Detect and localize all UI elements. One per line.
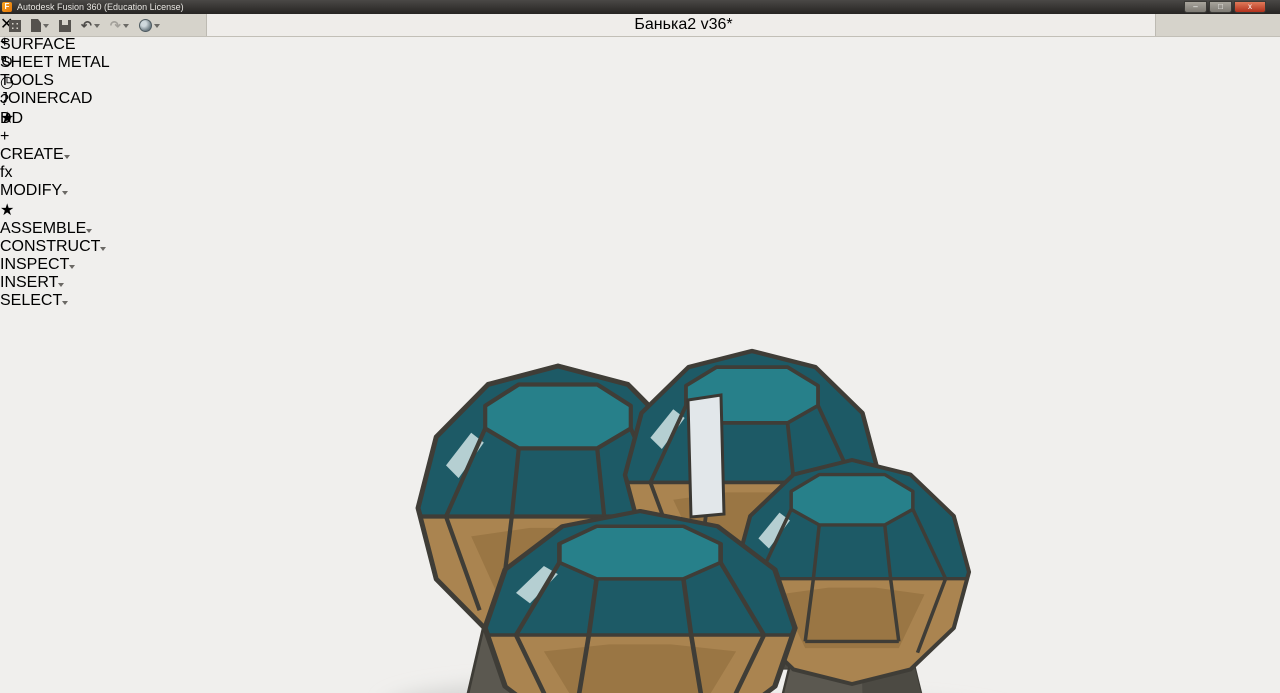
door-panel[interactable] bbox=[686, 393, 726, 519]
title-bar: F Autodesk Fusion 360 (Education License… bbox=[0, 0, 1280, 14]
ribbon-group-select: SELECT bbox=[0, 292, 1280, 310]
group-label-text: SELECT bbox=[0, 292, 63, 309]
document-tab[interactable]: Банька2 v36* bbox=[206, 14, 1156, 36]
chevron-down-icon bbox=[58, 283, 65, 287]
undo-button[interactable]: ↶ bbox=[78, 17, 103, 35]
group-label-text: CREATE bbox=[0, 146, 64, 163]
group-label-text: ASSEMBLE bbox=[0, 220, 87, 237]
chevron-down-icon bbox=[86, 229, 93, 233]
minimize-button[interactable]: – bbox=[1184, 1, 1207, 13]
document-tab-label: Банька2 v36* bbox=[634, 16, 733, 33]
save-icon bbox=[59, 19, 71, 32]
avatar[interactable]: DD bbox=[0, 110, 1280, 128]
ribbon-group-label[interactable]: ASSEMBLE bbox=[0, 220, 1280, 238]
fusion-logo-icon: F bbox=[2, 2, 12, 12]
ribbon-group-construct: CONSTRUCT bbox=[0, 238, 1280, 256]
app-grid-icon bbox=[9, 19, 21, 32]
web-icon bbox=[138, 19, 152, 32]
ribbon-group-assemble: ★ ASSEMBLE bbox=[0, 200, 1280, 238]
chevron-down-icon bbox=[69, 265, 76, 269]
redo-icon: ↷ bbox=[109, 18, 121, 33]
ribbon-group-modify: fx MODIFY bbox=[0, 164, 1280, 200]
star-icon: ★ bbox=[0, 202, 15, 219]
ribbon-group-label[interactable]: MODIFY bbox=[0, 182, 1280, 200]
help-icon[interactable]: ? bbox=[0, 92, 1280, 110]
file-icon bbox=[31, 19, 41, 32]
tab-strip: ↶ ↷ Банька2 v36* ✕ + ↻ ◷ ? DD bbox=[0, 14, 1280, 127]
window-title: Autodesk Fusion 360 (Education License) bbox=[17, 2, 184, 12]
ribbon-groups: ★ + CREATE fx MODIFY ★ ASSEMBLE CONSTRUCT INSPEC… bbox=[0, 108, 1280, 310]
ribbon-group-label[interactable]: SELECT bbox=[0, 292, 1280, 310]
ribbon-group-label[interactable]: INSERT bbox=[0, 274, 1280, 292]
chevron-down-icon bbox=[63, 155, 70, 159]
new-component-button[interactable]: ★ bbox=[0, 200, 1280, 220]
ribbon-group-label[interactable]: CREATE bbox=[0, 146, 1280, 164]
group-label-text: CONSTRUCT bbox=[0, 238, 101, 255]
model-viewport[interactable] bbox=[0, 310, 1280, 693]
ribbon-group-label[interactable]: INSPECT bbox=[0, 256, 1280, 274]
file-button[interactable] bbox=[28, 17, 52, 35]
chevron-down-icon bbox=[93, 23, 100, 28]
restore-button[interactable]: □ bbox=[1209, 1, 1232, 13]
group-label-text: MODIFY bbox=[0, 182, 63, 199]
chevron-down-icon bbox=[62, 191, 69, 195]
save-button[interactable] bbox=[56, 17, 74, 35]
app-grid-button[interactable] bbox=[6, 17, 24, 35]
close-button[interactable]: x bbox=[1234, 1, 1266, 13]
change-parameters-icon: fx bbox=[0, 164, 13, 181]
notifications-icon[interactable]: ◷ bbox=[0, 72, 1280, 92]
group-label-text: INSERT bbox=[0, 274, 59, 291]
group-label-text: INSPECT bbox=[0, 256, 70, 273]
ribbon-group-label[interactable]: CONSTRUCT bbox=[0, 238, 1280, 256]
web-button[interactable] bbox=[136, 17, 163, 35]
chevron-down-icon bbox=[43, 23, 49, 28]
quick-access-toolbar: ↶ ↷ bbox=[6, 16, 163, 35]
ribbon-group-inspect: INSPECT bbox=[0, 256, 1280, 274]
chevron-down-icon bbox=[153, 23, 160, 28]
chevron-down-icon bbox=[122, 23, 129, 28]
job-status-icon[interactable]: ↻ bbox=[0, 52, 1280, 72]
plus-icon: + bbox=[0, 128, 10, 145]
ribbon-group-insert: INSERT bbox=[0, 274, 1280, 292]
undo-icon: ↶ bbox=[81, 18, 92, 33]
chevron-down-icon bbox=[100, 247, 107, 251]
new-tab-button[interactable]: + bbox=[0, 34, 1280, 52]
change-parameters-button[interactable]: fx bbox=[0, 164, 1280, 182]
fusion-360-window: { "window": { "title": "Autodesk Fusion … bbox=[0, 0, 1280, 693]
chevron-down-icon bbox=[62, 301, 69, 305]
redo-button[interactable]: ↷ bbox=[107, 17, 132, 35]
model-canvas[interactable]: Z X Y BACK ◀◀ BROWSER | Банька2 v36⚙Docu… bbox=[0, 310, 1280, 693]
create-sketch-button[interactable]: + bbox=[0, 128, 1280, 146]
